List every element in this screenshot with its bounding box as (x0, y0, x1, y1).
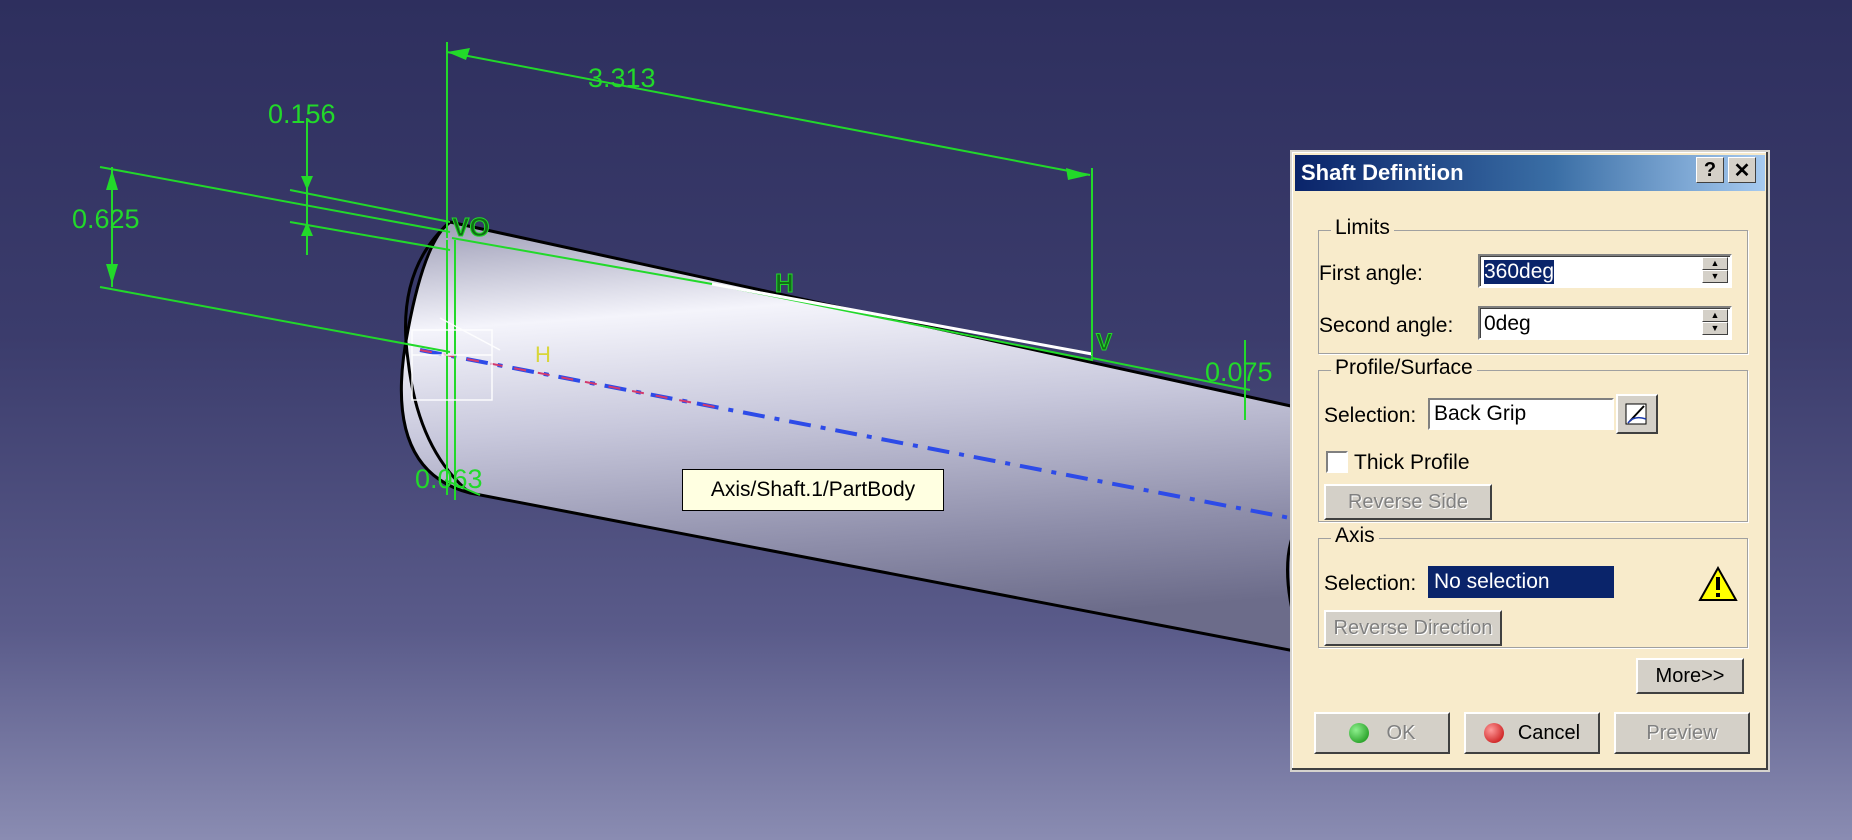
reverse-side-button[interactable]: Reverse Side (1324, 484, 1492, 520)
thick-profile-checkbox[interactable] (1326, 451, 1348, 473)
dimension-3313[interactable]: 3.313 (588, 63, 656, 93)
reverse-direction-button[interactable]: Reverse Direction (1324, 610, 1502, 646)
second-angle-label: Second angle: (1319, 314, 1454, 337)
constraint-symbol-vo[interactable]: VO (452, 212, 491, 243)
second-angle-value[interactable]: 0deg (1484, 312, 1531, 336)
ok-icon (1348, 723, 1369, 743)
profile-surface-group-label: Profile/Surface (1331, 356, 1477, 380)
dimension-0063[interactable]: 0.063 (415, 464, 483, 494)
more-button[interactable]: More>> (1636, 658, 1744, 694)
ok-label: OK (1386, 721, 1416, 744)
axis-selection-field[interactable]: No selection (1428, 566, 1614, 598)
spin-down-icon[interactable]: ▼ (1702, 322, 1728, 335)
cancel-button[interactable]: Cancel (1464, 712, 1600, 754)
dialog-titlebar[interactable]: Shaft Definition (1295, 155, 1765, 191)
close-button[interactable]: ✕ (1728, 157, 1756, 183)
dimension-0625[interactable]: 0.625 (72, 204, 140, 234)
axis-selection-label: Selection: (1324, 572, 1417, 595)
tooltip: Axis/Shaft.1/PartBody (682, 469, 944, 511)
warning-icon (1698, 566, 1738, 601)
axis-group-label: Axis (1331, 524, 1379, 548)
dimension-0075[interactable]: 0.075 (1205, 357, 1273, 387)
first-angle-spinner[interactable]: 360deg ▲ ▼ (1478, 254, 1732, 288)
thick-profile-label[interactable]: Thick Profile (1354, 451, 1470, 475)
profile-selection-label: Selection: (1324, 404, 1417, 427)
cancel-icon (1483, 723, 1504, 743)
ok-button[interactable]: OK (1314, 712, 1450, 754)
preview-button[interactable]: Preview (1614, 712, 1750, 754)
profile-selection-field[interactable]: Back Grip (1428, 398, 1614, 430)
spin-down-icon[interactable]: ▼ (1702, 270, 1728, 283)
spin-up-icon[interactable]: ▲ (1702, 257, 1728, 270)
dialog-title: Shaft Definition (1301, 160, 1464, 185)
first-angle-value[interactable]: 360deg (1484, 260, 1555, 284)
constraint-symbol-h[interactable]: H (775, 268, 795, 299)
sketch-edit-button[interactable] (1616, 394, 1658, 434)
first-angle-label: First angle: (1319, 262, 1423, 285)
constraint-symbol-v[interactable]: V (1096, 329, 1113, 357)
spin-up-icon[interactable]: ▲ (1702, 309, 1728, 322)
shaft-definition-dialog: Shaft Definition ? ✕ Limits First angle:… (1290, 150, 1770, 772)
sketch-pencil-icon (1625, 403, 1647, 425)
shaft-cylinder[interactable] (399, 220, 1302, 654)
limits-group-label: Limits (1331, 216, 1394, 240)
second-angle-spinner[interactable]: 0deg ▲ ▼ (1478, 306, 1732, 340)
help-button[interactable]: ? (1696, 157, 1724, 183)
dimension-0156[interactable]: 0.156 (268, 99, 336, 129)
constraint-symbol-h-yellow: H (535, 342, 551, 367)
cancel-label: Cancel (1517, 721, 1581, 744)
